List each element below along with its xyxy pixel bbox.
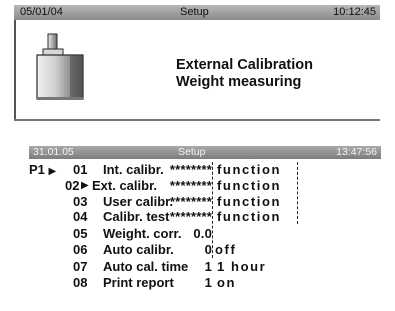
row-label: User calibr. bbox=[103, 194, 174, 209]
menu-row-06[interactable]: 06 Auto calibr. 0 off bbox=[29, 243, 381, 257]
row-number: 04 bbox=[73, 209, 88, 224]
row-text: function bbox=[217, 162, 282, 177]
status-time: 10:12:45 bbox=[333, 6, 376, 18]
row-text: 1 hour bbox=[217, 259, 267, 274]
row-number: 05 bbox=[73, 226, 88, 241]
row-number: 07 bbox=[73, 259, 88, 274]
row-value: 0.0 bbox=[193, 226, 212, 241]
row-value: ******** bbox=[169, 178, 212, 193]
bottom-border bbox=[14, 119, 380, 121]
row-value: 1 bbox=[204, 275, 212, 290]
calibration-message: External Calibration Weight measuring bbox=[176, 57, 313, 91]
row-value: 1 bbox=[204, 259, 212, 274]
row-value: ******** bbox=[169, 162, 212, 177]
row-value: 0 bbox=[204, 242, 212, 257]
message-line-2: Weight measuring bbox=[176, 74, 302, 90]
menu-row-01[interactable]: P1 ▶ 01 Int. calibr. ******** function bbox=[29, 162, 381, 178]
setup-screen-2: 31.01.05 Setup 13:47:56 P1 ▶ 01 Int. cal… bbox=[29, 146, 381, 306]
row-label: Auto calibr. bbox=[103, 242, 174, 257]
row-label: Calibr. test bbox=[103, 209, 170, 224]
row-label: Int. calibr. bbox=[103, 162, 164, 177]
status-time-2: 13:47:56 bbox=[336, 146, 377, 158]
row-text: function bbox=[217, 194, 282, 209]
weight-icon bbox=[36, 33, 84, 100]
status-title-2: Setup bbox=[178, 146, 206, 158]
row-number: 08 bbox=[73, 275, 88, 290]
row-label: Print report bbox=[103, 275, 174, 290]
status-date-2: 31.01.05 bbox=[33, 146, 74, 158]
menu-row-03[interactable]: 03 User calibr. ******** function bbox=[29, 195, 381, 209]
row-text: on bbox=[217, 275, 237, 290]
row-text: function bbox=[217, 178, 282, 193]
row-value: ******** bbox=[169, 194, 212, 209]
status-bar: 05/01/04 Setup 10:12:45 bbox=[14, 5, 380, 20]
menu-row-04[interactable]: 04 Calibr. test ******** function bbox=[29, 210, 381, 224]
row-label: Ext. calibr. bbox=[92, 178, 158, 193]
page-indicator: P1 ▶ bbox=[29, 162, 57, 178]
menu-row-05[interactable]: 05 Weight. corr. 0.0 bbox=[29, 227, 381, 241]
page-cursor-icon: ▶ bbox=[48, 166, 57, 177]
row-number: 02 bbox=[65, 178, 80, 193]
row-text: function bbox=[217, 209, 282, 224]
row-label: Auto cal. time bbox=[103, 259, 189, 274]
status-title: Setup bbox=[180, 6, 209, 18]
status-bar-2: 31.01.05 Setup 13:47:56 bbox=[29, 146, 381, 159]
row-number: 01 bbox=[73, 162, 88, 177]
selection-cursor-icon: ▶ bbox=[81, 180, 89, 191]
row-number: 06 bbox=[73, 242, 88, 257]
message-line-1: External Calibration bbox=[176, 57, 313, 73]
status-date: 05/01/04 bbox=[20, 6, 63, 18]
row-value: ******** bbox=[169, 209, 212, 224]
row-label: Weight. corr. bbox=[103, 226, 182, 241]
menu-row-02[interactable]: ▶ 02 Ext. calibr. ******** function bbox=[29, 179, 381, 193]
menu-row-07[interactable]: 07 Auto cal. time 1 1 hour bbox=[29, 260, 381, 274]
menu-row-08[interactable]: 08 Print report 1 on bbox=[29, 276, 381, 290]
row-text: off bbox=[215, 242, 237, 257]
left-border bbox=[14, 20, 16, 121]
row-number: 03 bbox=[73, 194, 88, 209]
setup-screen-1: 05/01/04 Setup 10:12:45 External Calibra… bbox=[14, 5, 380, 121]
